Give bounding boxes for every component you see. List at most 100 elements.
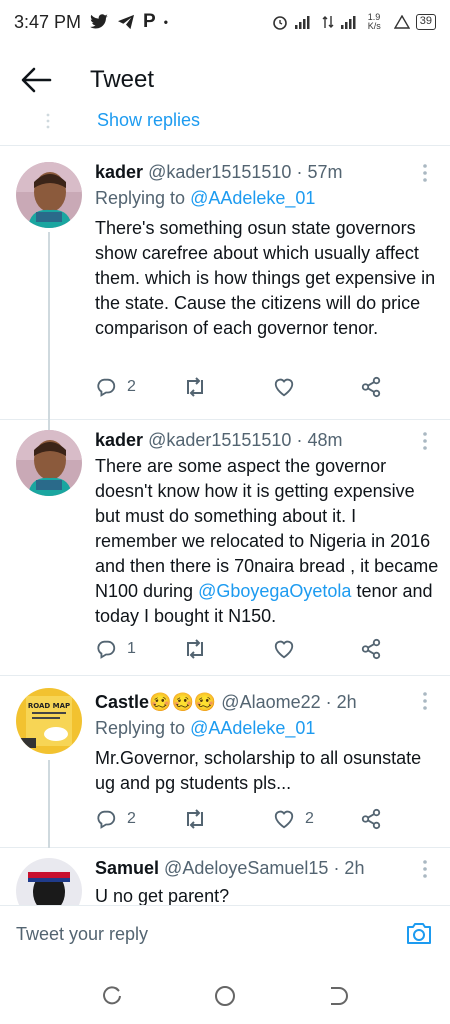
tweet-header: Samuel @AdeloyeSamuel15 · 2h <box>95 858 364 879</box>
tweet-text-part: There are some aspect the governor doesn… <box>95 456 439 601</box>
camera-icon[interactable] <box>405 920 433 946</box>
share-icon <box>361 376 381 398</box>
system-icons: 1.9 K/s 39 <box>272 13 436 31</box>
author-name[interactable]: kader <box>95 162 143 182</box>
heart-icon <box>274 640 294 659</box>
like-button[interactable]: 2 <box>273 808 314 830</box>
tweet-reply[interactable]: kader @kader15151510 · 48m There are som… <box>0 420 450 676</box>
avatar[interactable]: ROAD MAP <box>16 688 82 754</box>
reply-count: 2 <box>127 378 136 395</box>
reply-count: 1 <box>127 640 136 657</box>
more-options-icon[interactable] <box>420 430 430 452</box>
author-name[interactable]: Samuel <box>95 858 159 878</box>
replying-mention[interactable]: @AAdeleke_01 <box>190 718 315 738</box>
heart-icon <box>274 378 294 397</box>
author-handle[interactable]: @AdeloyeSamuel15 <box>164 858 328 878</box>
author-name[interactable]: Castle <box>95 692 149 712</box>
avatar[interactable] <box>16 162 82 228</box>
tweet-header: kader @kader15151510 · 48m <box>95 430 342 451</box>
author-emojis: 🥴🥴🥴 <box>149 692 217 712</box>
thread-dots-icon <box>46 113 50 129</box>
author-handle[interactable]: @kader15151510 <box>148 162 291 182</box>
back-nav-icon[interactable] <box>326 984 350 1008</box>
tweet-time: · 48m <box>296 430 343 450</box>
reply-icon <box>97 640 116 659</box>
thread-line <box>48 232 50 420</box>
reply-icon <box>97 810 116 829</box>
like-count: 2 <box>305 810 314 827</box>
share-button[interactable] <box>360 376 382 398</box>
retweet-button[interactable] <box>183 638 217 660</box>
retweet-icon <box>187 377 203 397</box>
retweet-icon <box>187 809 203 829</box>
back-arrow-icon[interactable] <box>20 66 52 94</box>
page-title: Tweet <box>90 66 155 93</box>
show-replies-row: Show replies <box>0 106 450 146</box>
like-button[interactable] <box>273 376 305 398</box>
tweet-text: Mr.Governor, scholarship to all osunstat… <box>95 748 422 793</box>
share-button[interactable] <box>360 638 382 660</box>
telegram-icon <box>118 14 135 30</box>
share-icon <box>361 638 381 660</box>
avatar[interactable] <box>16 430 82 496</box>
dot-icon: • <box>163 15 168 29</box>
avatar-castle-image: ROAD MAP <box>16 688 82 754</box>
reply-icon <box>97 378 116 397</box>
retweet-icon <box>187 639 203 659</box>
signal-4g-icon <box>340 16 356 29</box>
twitter-icon <box>90 14 108 29</box>
heart-icon <box>274 810 294 829</box>
like-button[interactable] <box>273 638 305 660</box>
tweet-reply[interactable]: ROAD MAP Castle🥴🥴🥴 @Alaome22 · 2h Replyi… <box>0 676 450 848</box>
tweet-time: · 57m <box>296 162 343 182</box>
tweet-reply[interactable]: Samuel @AdeloyeSamuel15 · 2h U no get pa… <box>0 848 450 905</box>
avatar-kader-image <box>16 430 82 496</box>
alarm-icon <box>272 16 287 30</box>
more-options-icon[interactable] <box>420 162 430 184</box>
recent-apps-icon[interactable] <box>100 984 124 1008</box>
replying-mention[interactable]: @AAdeleke_01 <box>190 188 315 208</box>
p-icon: P <box>143 11 156 32</box>
avatar-kader-image <box>16 162 82 228</box>
signal-icon <box>294 16 310 29</box>
author-handle[interactable]: @kader15151510 <box>148 430 291 450</box>
replying-prefix: Replying to <box>95 718 186 738</box>
data-arrows-icon <box>322 16 334 28</box>
replying-to: Replying to @AAdeleke_01 <box>95 188 315 209</box>
reply-button[interactable]: 2 <box>95 808 136 830</box>
notification-icons: P • <box>89 11 168 33</box>
tweet-header: Castle🥴🥴🥴 @Alaome22 · 2h <box>95 692 357 713</box>
tweet-actions: 1 <box>95 638 395 664</box>
reply-button[interactable]: 2 <box>95 376 136 398</box>
thread-line <box>48 420 50 430</box>
tweet-header: kader @kader15151510 · 57m <box>95 162 342 183</box>
home-icon[interactable] <box>213 984 237 1008</box>
thread-line <box>48 760 50 848</box>
reply-count: 2 <box>127 810 136 827</box>
author-handle[interactable]: @Alaome22 <box>221 692 320 712</box>
tweet-time: · 2h <box>325 692 357 712</box>
tweet-reply[interactable]: kader @kader15151510 · 57m Replying to @… <box>0 148 450 420</box>
show-replies-link[interactable]: Show replies <box>97 110 200 131</box>
tweet-actions: 2 <box>95 376 395 402</box>
replying-prefix: Replying to <box>95 188 186 208</box>
retweet-button[interactable] <box>183 376 217 398</box>
replying-to: Replying to @AAdeleke_01 <box>95 718 315 739</box>
reply-input[interactable]: Tweet your reply <box>16 924 148 945</box>
reply-button[interactable]: 1 <box>95 638 136 660</box>
warning-icon <box>393 15 410 29</box>
tweet-text: There's something osun state governors s… <box>95 218 436 338</box>
author-name[interactable]: kader <box>95 430 143 450</box>
share-icon <box>361 808 381 830</box>
battery-indicator: 39 <box>415 14 436 30</box>
mention-link[interactable]: @GboyegaOyetola <box>198 581 351 601</box>
tweet-text: U no get parent? <box>95 886 230 905</box>
system-nav-bar <box>0 968 450 1024</box>
share-button[interactable] <box>360 808 382 830</box>
more-options-icon[interactable] <box>420 858 430 880</box>
more-options-icon[interactable] <box>420 690 430 712</box>
retweet-button[interactable] <box>183 808 217 830</box>
status-bar: 3:47 PM P • 1.9 K/s 39 <box>0 0 450 44</box>
tweet-actions: 2 2 <box>95 808 395 834</box>
avatar[interactable] <box>16 858 82 905</box>
